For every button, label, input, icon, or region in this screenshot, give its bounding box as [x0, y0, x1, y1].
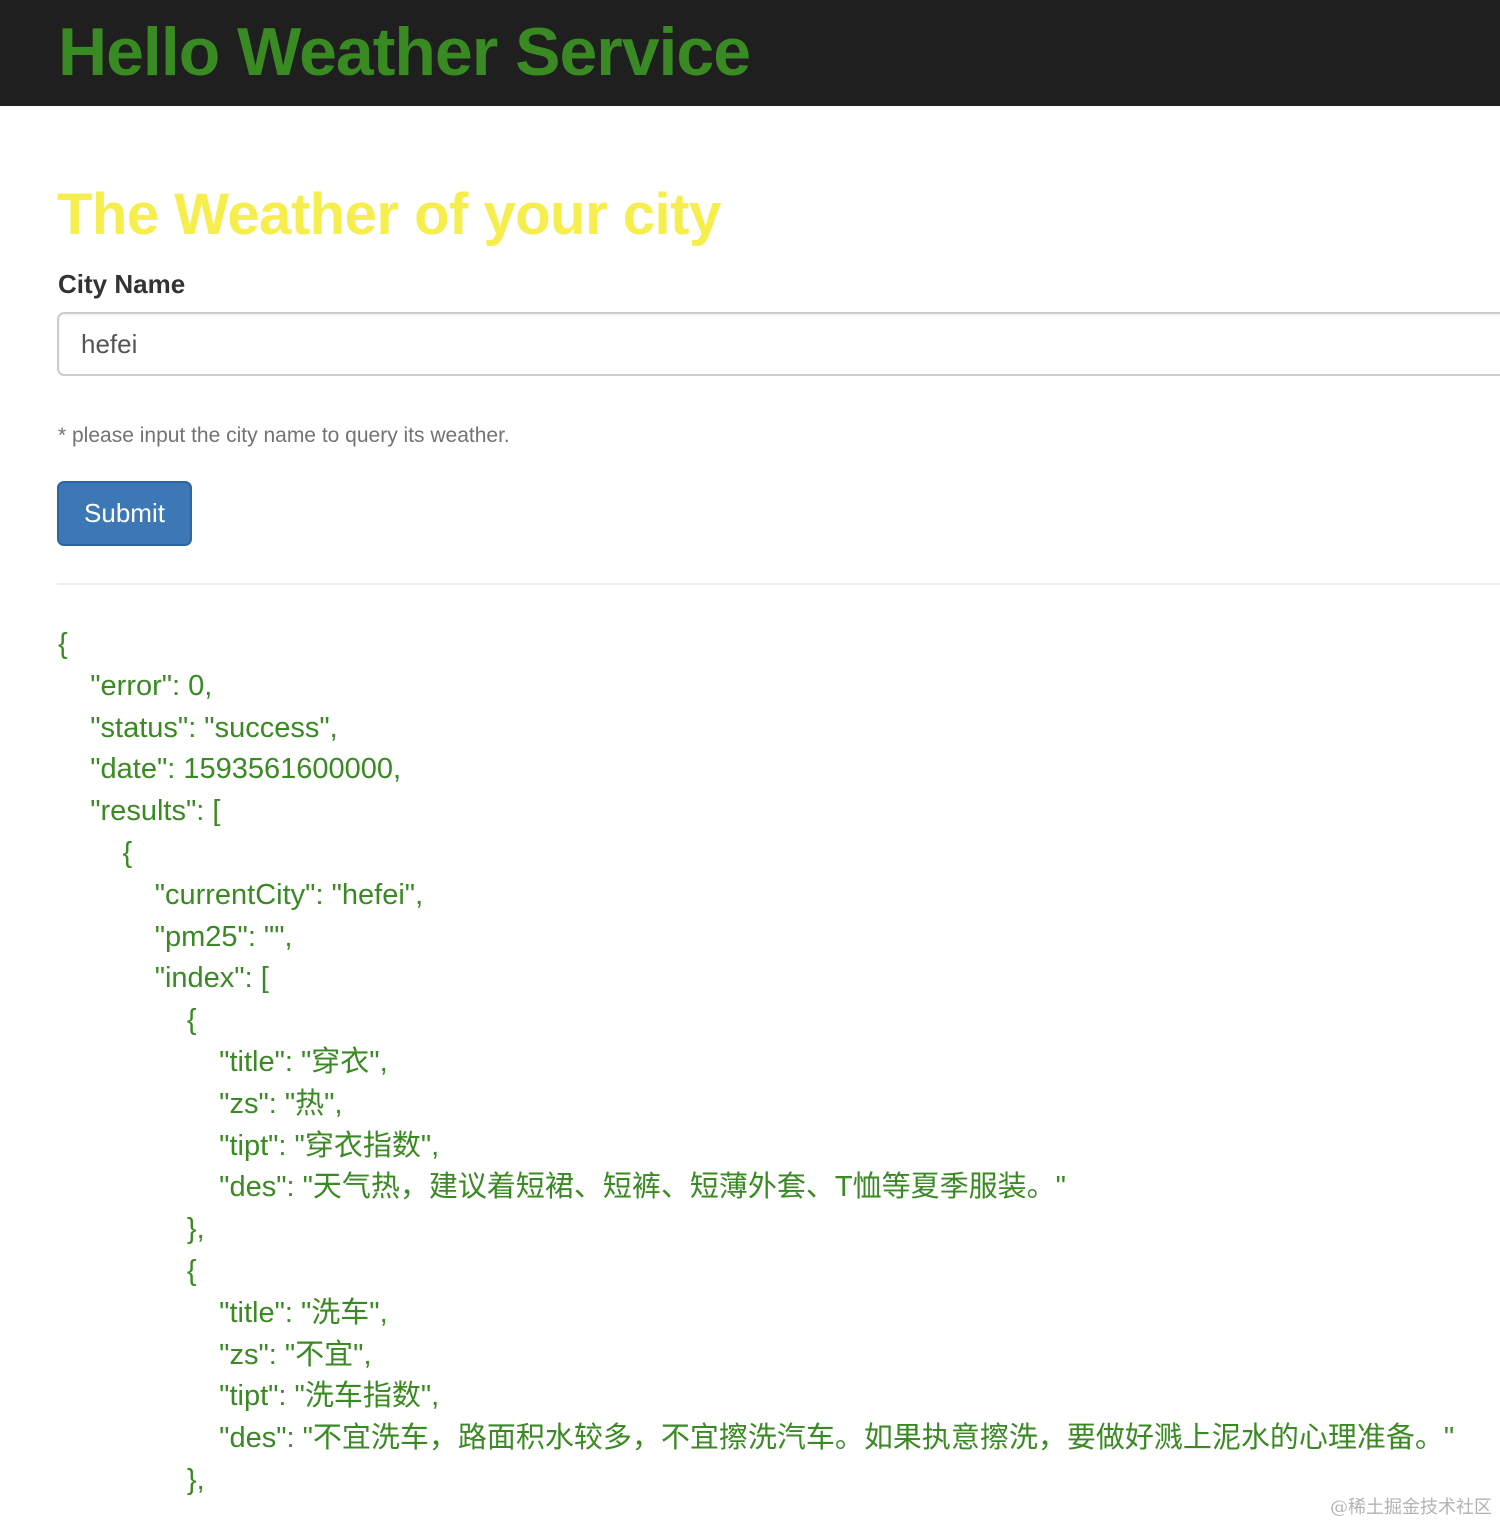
watermark-text: @稀土掘金技术社区: [1330, 1497, 1492, 1518]
city-help-text: * please input the city name to query it…: [58, 424, 510, 447]
city-name-label: City Name: [58, 269, 186, 299]
submit-button[interactable]: Submit: [57, 481, 192, 546]
page-heading: The Weather of your city: [57, 182, 721, 247]
city-name-input[interactable]: [57, 312, 1500, 376]
weather-json-output: { "error": 0, "status": "success", "date…: [58, 628, 1455, 1496]
top-navbar: Hello Weather Service: [0, 0, 1500, 106]
brand-title[interactable]: Hello Weather Service: [58, 12, 751, 92]
section-divider: [57, 583, 1500, 585]
